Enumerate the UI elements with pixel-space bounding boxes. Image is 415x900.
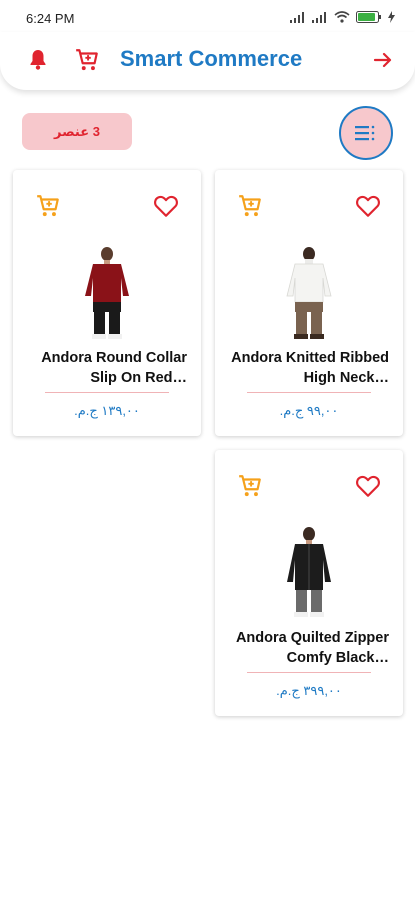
result-count-badge: 3 عنصر	[22, 113, 132, 150]
status-icons	[290, 11, 395, 23]
product-image-sweater	[286, 263, 332, 303]
signal-icon	[290, 11, 304, 23]
add-to-cart-icon[interactable]	[35, 193, 61, 219]
product-name[interactable]: Andora Quilted Zipper Comfy Black…	[229, 628, 389, 668]
heart-icon[interactable]	[153, 194, 179, 218]
heart-icon[interactable]	[355, 474, 381, 498]
bell-icon[interactable]	[26, 48, 50, 72]
product-image-sweater	[85, 264, 129, 302]
wifi-icon	[334, 11, 350, 23]
battery-icon	[356, 11, 381, 23]
product-card[interactable]: Andora Knitted Ribbed High Neck… ٩٩,٠٠ ج…	[215, 170, 403, 436]
result-count-label: 3 عنصر	[54, 123, 100, 139]
product-image	[85, 247, 129, 339]
product-name[interactable]: Andora Knitted Ribbed High Neck…	[229, 348, 389, 388]
arrow-right-icon[interactable]	[371, 48, 395, 72]
add-to-cart-icon[interactable]	[237, 473, 263, 499]
heart-icon[interactable]	[355, 194, 381, 218]
charging-icon	[388, 11, 395, 23]
product-image	[286, 247, 332, 339]
product-image	[287, 527, 331, 617]
status-time: 6:24 PM	[26, 11, 75, 26]
product-price: ١٣٩,٠٠ ج.م.	[74, 403, 140, 418]
add-to-cart-icon[interactable]	[237, 193, 263, 219]
product-name[interactable]: Andora Round Collar Slip On Red…	[27, 348, 187, 388]
product-price: ٣٩٩,٠٠ ج.م.	[276, 683, 342, 698]
product-card[interactable]: Andora Round Collar Slip On Red… ١٣٩,٠٠ …	[13, 170, 201, 436]
cart-icon[interactable]	[74, 47, 100, 73]
app-header: Smart Commerce	[0, 32, 415, 90]
signal-icon	[312, 11, 326, 23]
divider	[45, 392, 169, 393]
product-price: ٩٩,٠٠ ج.م.	[279, 403, 339, 418]
divider	[247, 672, 371, 673]
divider	[247, 392, 371, 393]
product-card[interactable]: Andora Quilted Zipper Comfy Black… ٣٩٩,٠…	[215, 450, 403, 716]
status-bar: 6:24 PM	[0, 0, 415, 36]
app-title: Smart Commerce	[120, 46, 303, 71]
filter-button[interactable]	[339, 106, 393, 160]
filter-list-icon	[355, 125, 375, 141]
